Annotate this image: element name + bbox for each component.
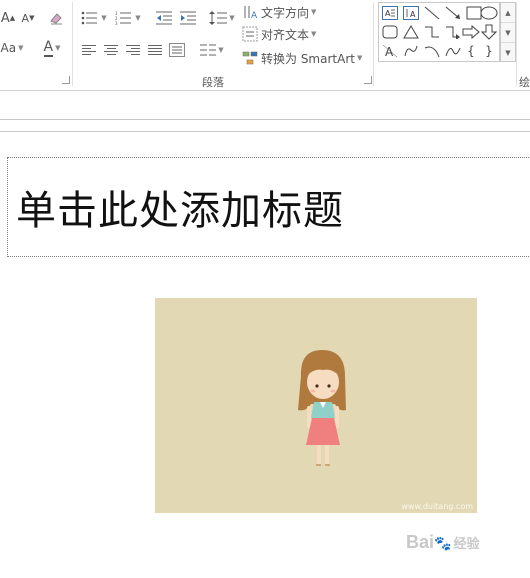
vertical-text-box-icon: A (403, 6, 419, 20)
paragraph-group-label: 段落 (202, 76, 224, 89)
svg-text:A: A (385, 45, 394, 58)
line-spacing-button[interactable]: ▼ (208, 8, 236, 28)
baidu-watermark: Bai🐾 经验 (406, 532, 479, 553)
baidu-brand: Bai (406, 532, 435, 552)
decrease-indent-icon (156, 11, 172, 25)
drawing-group-label: 绘 (519, 76, 530, 89)
distributed-button[interactable] (168, 40, 186, 60)
text-box-icon: A (382, 6, 398, 20)
right-brace-icon: } (485, 44, 493, 58)
text-shape[interactable]: A (380, 42, 400, 60)
cartoon-girl-image (298, 350, 346, 466)
paw-icon: 🐾 (434, 535, 452, 551)
text-shape-icon: A (382, 44, 398, 58)
scroll-up-icon[interactable]: ▲ (501, 3, 515, 23)
align-right-icon (126, 45, 140, 55)
increase-indent-icon (180, 11, 196, 25)
text-direction-button[interactable]: A 文字方向 ▼ (242, 2, 322, 22)
eraser-icon (50, 13, 62, 25)
svg-text:3: 3 (115, 21, 118, 25)
align-center-button[interactable] (102, 40, 120, 60)
left-brace-icon: { (467, 44, 475, 58)
scribble-shape[interactable] (401, 42, 421, 60)
line-shape[interactable] (422, 4, 442, 22)
slide-picture[interactable]: www.duitang.com (155, 298, 477, 513)
text-box-shape[interactable]: A (380, 4, 400, 22)
shapes-gallery: A A A {} (378, 2, 500, 62)
arrow-icon (445, 6, 460, 19)
picture-watermark: www.duitang.com (401, 502, 473, 511)
right-arrow-shape[interactable] (461, 23, 481, 41)
bullets-icon (81, 11, 98, 25)
arc-icon (424, 46, 440, 58)
smartart-icon (242, 51, 258, 65)
align-right-button[interactable] (124, 40, 142, 60)
rounded-rectangle-icon (382, 25, 398, 39)
oval-icon (480, 6, 498, 20)
align-text-button[interactable]: 对齐文本 ▼ (242, 24, 322, 44)
font-color-button[interactable]: A ▼ (36, 38, 68, 58)
increase-indent-button[interactable] (178, 8, 198, 28)
curve-shape[interactable] (443, 42, 463, 60)
text-direction-icon: A (244, 6, 258, 20)
line-spacing-icon (209, 11, 228, 25)
title-placeholder-text[interactable]: 单击此处添加标题 (16, 178, 344, 236)
vertical-text-box-shape[interactable]: A (401, 4, 421, 22)
font-dialog-launcher[interactable] (62, 76, 70, 84)
grow-font-button[interactable]: A ▲ (0, 8, 16, 28)
distributed-icon (169, 43, 185, 57)
align-left-icon (82, 45, 96, 55)
group-separator (373, 2, 374, 86)
bullets-button[interactable]: ▼ (80, 8, 108, 28)
right-brace-shape[interactable]: } (479, 42, 499, 60)
numbering-button[interactable]: 1 2 3 ▼ (114, 8, 142, 28)
convert-to-smartart-button[interactable]: 转换为 SmartArt ▼ (242, 48, 372, 68)
group-separator (516, 2, 517, 86)
arrow-shape[interactable] (443, 4, 463, 22)
shapes-gallery-scrollbar[interactable]: ▲ ▼ ▼ (500, 2, 516, 62)
elbow-arrow-icon (446, 26, 460, 39)
align-text-icon (242, 26, 258, 42)
down-arrow-shape[interactable] (479, 23, 499, 41)
justify-button[interactable] (146, 40, 164, 60)
elbow-arrow-shape[interactable] (443, 23, 463, 41)
arc-shape[interactable] (422, 42, 442, 60)
ruler-guide (0, 131, 530, 132)
paragraph-dialog-launcher[interactable] (364, 76, 372, 84)
rounded-rectangle-shape[interactable] (380, 23, 400, 41)
shrink-font-button[interactable]: A ▼ (20, 8, 36, 28)
group-separator (72, 2, 73, 86)
decrease-indent-button[interactable] (154, 8, 174, 28)
align-left-button[interactable] (80, 40, 98, 60)
triangle-icon (403, 25, 419, 39)
scroll-down-icon[interactable]: ▼ (501, 23, 515, 43)
columns-icon (200, 44, 217, 56)
elbow-connector-icon (425, 26, 439, 38)
ruler-guide (0, 119, 530, 120)
scribble-icon (404, 45, 418, 57)
oval-shape[interactable] (479, 4, 499, 22)
elbow-connector-shape[interactable] (422, 23, 442, 41)
svg-text:A: A (385, 9, 391, 18)
left-brace-shape[interactable]: { (461, 42, 481, 60)
ribbon: A ▲ A ▼ Aa ▼ A ▼ ▼ 1 2 3 ▼ ▼ A 文字方向 ▼ 对齐… (0, 0, 530, 91)
columns-button[interactable]: ▼ (198, 40, 226, 60)
baidu-brand-suffix: 经验 (453, 536, 480, 551)
gallery-more-icon[interactable]: ▼ (501, 43, 515, 62)
justify-icon (148, 45, 162, 55)
down-arrow-icon (481, 24, 497, 40)
triangle-shape[interactable] (401, 23, 421, 41)
numbering-icon: 1 2 3 (115, 11, 132, 25)
change-case-button[interactable]: Aa ▼ (0, 38, 24, 58)
clear-formatting-button[interactable] (46, 8, 66, 28)
curve-icon (445, 47, 461, 57)
right-arrow-icon (462, 25, 480, 39)
svg-text:A: A (410, 10, 416, 19)
line-icon (424, 6, 440, 20)
svg-text:A: A (251, 11, 258, 20)
align-center-icon (104, 45, 118, 55)
